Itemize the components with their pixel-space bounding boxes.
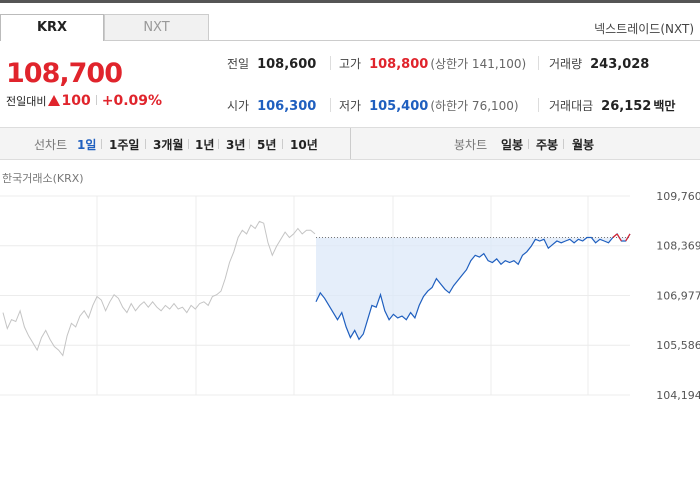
stat-value: 105,400 [369, 99, 429, 114]
stat-trade-value: 거래대금 26,152 백만 [549, 97, 675, 114]
change-label: 전일대비 [6, 95, 47, 108]
stat-value: 243,028 [590, 57, 650, 72]
tab-nxt[interactable]: NXT [104, 14, 209, 41]
candle-monthly[interactable]: 월봉 [572, 136, 594, 153]
candle-daily[interactable]: 일봉 [501, 136, 523, 153]
stat-label: 전일 [227, 57, 250, 71]
top-border [0, 0, 700, 3]
period-separator [145, 139, 146, 149]
period-separator [101, 139, 102, 149]
stat-label: 시가 [227, 99, 250, 113]
change-separator [95, 95, 97, 105]
period-bar-divider [350, 128, 351, 159]
line-chart-label: 선차트 [34, 138, 68, 152]
area-fill [316, 237, 630, 340]
stat-divider [538, 56, 539, 70]
stat-extra: (하한가 76,100) [430, 99, 519, 113]
y-tick-label: 105,586 [656, 339, 700, 352]
period-5y[interactable]: 5년 [257, 136, 276, 153]
stat-label: 저가 [339, 99, 362, 113]
chart-grid [0, 195, 630, 396]
stat-prev-close: 전일 108,600 [227, 55, 316, 72]
period-separator [218, 139, 219, 149]
stock-quote-widget: KRX NXT 넥스트레이드(NXT) 108,700 전일대비 100 +0.09… [0, 0, 700, 490]
y-tick-label: 108,369 [656, 240, 700, 253]
period-3y[interactable]: 3년 [226, 136, 245, 153]
intraday-price-chart: 109,760 108,369 106,977 105,586 104,194 [0, 190, 700, 400]
stat-divider [538, 98, 539, 112]
stat-open: 시가 106,300 [227, 97, 316, 114]
stat-value: 108,600 [257, 57, 317, 72]
period-1w[interactable]: 1주일 [109, 136, 139, 153]
price-change: 전일대비 100 +0.09% [6, 93, 162, 109]
tabs-divider [104, 40, 700, 41]
stat-label: 거래대금 [549, 99, 594, 113]
period-separator [563, 139, 564, 149]
exchange-label: 한국거래소(KRX) [2, 172, 84, 185]
stat-unit: 백만 [653, 99, 676, 113]
period-3m[interactable]: 3개월 [153, 136, 183, 153]
stat-value: 26,152 [601, 99, 652, 114]
y-axis-ticks: 109,760 108,369 106,977 105,586 104,194 [656, 190, 700, 400]
period-separator [249, 139, 250, 149]
exchange-tabs: KRX NXT [0, 14, 210, 42]
stat-extra: (상한가 141,100) [430, 57, 527, 71]
stat-divider [330, 98, 331, 112]
series-previous-day-line [2, 220, 316, 357]
stat-low: 저가 105,400 (하한가 76,100) [339, 97, 519, 114]
tab-krx[interactable]: KRX [0, 14, 104, 41]
candle-chart-label: 봉차트 [454, 138, 488, 152]
stat-label: 고가 [339, 57, 362, 71]
y-tick-label: 109,760 [656, 190, 700, 203]
nextrade-link[interactable]: 넥스트레이드(NXT) [594, 20, 694, 37]
period-separator [528, 139, 529, 149]
stat-value: 106,300 [257, 99, 317, 114]
stat-divider [330, 56, 331, 70]
change-percent: +0.09% [101, 93, 163, 109]
period-separator [282, 139, 283, 149]
stat-label: 거래량 [549, 57, 583, 71]
current-price: 108,700 [6, 58, 123, 89]
period-selector-bar: 선차트 1일 1주일 3개월 1년 3년 5년 10년 봉차트 일봉 주봉 월봉 [0, 127, 700, 160]
y-tick-label: 104,194 [656, 389, 700, 400]
period-1d[interactable]: 1일 [77, 136, 96, 153]
up-triangle-icon [48, 95, 61, 106]
candle-weekly[interactable]: 주봉 [536, 136, 558, 153]
y-tick-label: 106,977 [656, 290, 700, 303]
stat-high: 고가 108,800 (상한가 141,100) [339, 55, 526, 72]
stat-value: 108,800 [369, 57, 429, 72]
period-10y[interactable]: 10년 [290, 136, 318, 153]
series-today-above-line [612, 233, 631, 242]
period-separator [188, 139, 189, 149]
change-value: 100 [61, 93, 91, 109]
period-1y[interactable]: 1년 [195, 136, 214, 153]
stat-volume: 거래량 243,028 [549, 55, 649, 72]
